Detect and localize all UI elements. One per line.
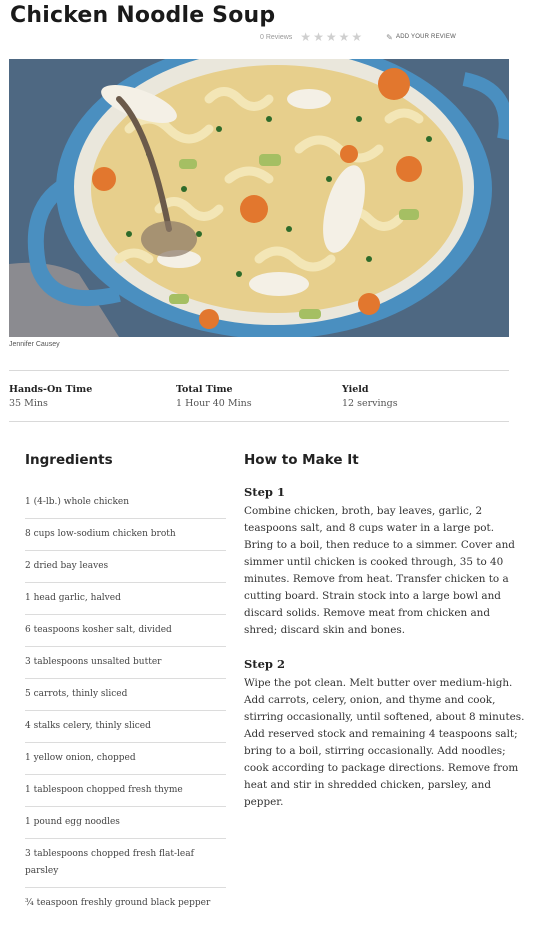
list-item: 1 head garlic, halved — [25, 583, 226, 615]
list-item: ¾ teaspoon freshly ground black pepper — [25, 898, 211, 908]
ingredients-heading: Ingredients — [25, 452, 113, 468]
list-item: 3 tablespoons chopped fresh flat-leaf pa… — [25, 839, 226, 888]
reviews-count[interactable]: 0 Reviews — [260, 34, 292, 41]
step: Step 2 Wipe the pot clean. Melt butter o… — [244, 657, 526, 811]
star-icon[interactable]: ★ — [351, 31, 362, 43]
list-item: 4 stalks celery, thinly sliced — [25, 711, 226, 743]
time-label: Total Time — [176, 384, 233, 395]
ingredients-list: 1 (4-lb.) whole chicken 8 cups low-sodiu… — [25, 487, 226, 919]
divider — [9, 370, 509, 371]
time-label: Hands-On Time — [9, 384, 93, 395]
star-icon[interactable]: ★ — [326, 31, 337, 43]
yield: Yield 12 servings — [342, 384, 398, 409]
directions-steps: Step 1 Combine chicken, broth, bay leave… — [244, 485, 526, 829]
star-icon[interactable]: ★ — [300, 31, 311, 43]
reviews-bar: 0 Reviews ★ ★ ★ ★ ★ ✎ ADD YOUR REVIEW — [260, 30, 456, 44]
list-item: 6 teaspoons kosher salt, divided — [25, 615, 226, 647]
pencil-icon: ✎ — [386, 32, 394, 42]
step: Step 1 Combine chicken, broth, bay leave… — [244, 485, 526, 639]
step-title: Step 2 — [244, 657, 285, 671]
star-icon[interactable]: ★ — [339, 31, 350, 43]
time-value: 35 Mins — [9, 398, 48, 409]
add-review-label: ADD YOUR REVIEW — [396, 34, 456, 40]
recipe-title: Chicken Noodle Soup — [10, 3, 276, 28]
list-item: 1 pound egg noodles — [25, 807, 226, 839]
soup-pot-illustration — [9, 59, 509, 337]
time-value: 12 servings — [342, 398, 398, 409]
recipe-photo — [9, 59, 509, 337]
step-title: Step 1 — [244, 485, 285, 499]
list-item: 1 tablespoon chopped fresh thyme — [25, 775, 226, 807]
list-item: 3 tablespoons unsalted butter — [25, 647, 226, 679]
rating-stars[interactable]: ★ ★ ★ ★ ★ — [300, 31, 362, 43]
time-label: Yield — [342, 384, 369, 395]
step-text: Combine chicken, broth, bay leaves, garl… — [244, 505, 515, 636]
list-item: 5 carrots, thinly sliced — [25, 679, 226, 711]
add-review-link[interactable]: ✎ ADD YOUR REVIEW — [386, 33, 456, 42]
list-item: 1 (4-lb.) whole chicken — [25, 487, 226, 519]
time-value: 1 Hour 40 Mins — [176, 398, 252, 409]
list-item: 2 dried bay leaves — [25, 551, 226, 583]
step-text: Wipe the pot clean. Melt butter over med… — [244, 677, 525, 808]
divider — [9, 421, 509, 422]
hands-on-time: Hands-On Time 35 Mins — [9, 384, 92, 409]
list-item: 1 yellow onion, chopped — [25, 743, 226, 775]
total-time: Total Time 1 Hour 40 Mins — [176, 384, 252, 409]
list-item: 8 cups low-sodium chicken broth — [25, 519, 226, 551]
directions-heading: How to Make It — [244, 452, 359, 468]
photo-credit: Jennifer Causey — [9, 341, 60, 348]
star-icon[interactable]: ★ — [313, 31, 324, 43]
